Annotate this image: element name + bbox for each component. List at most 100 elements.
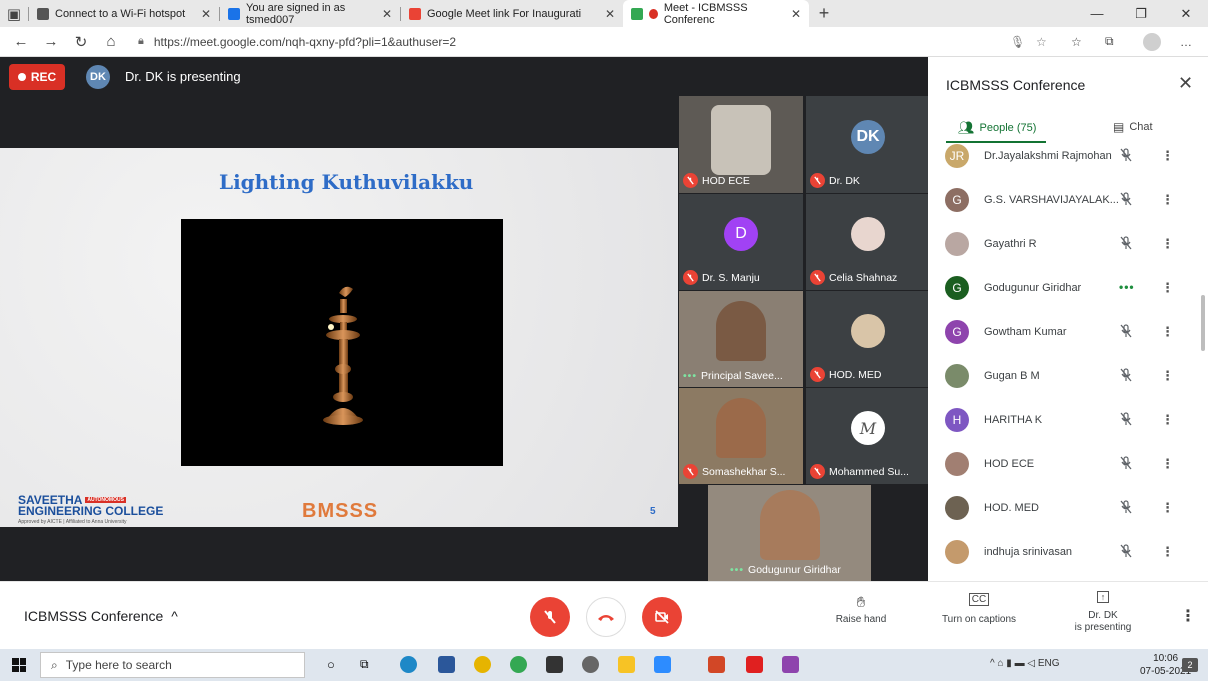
settings-icon[interactable] <box>582 656 599 673</box>
snip-icon[interactable] <box>546 656 563 673</box>
speaking-indicator-icon: ••• <box>1119 280 1135 294</box>
mic-off-icon <box>1119 236 1133 255</box>
collections-icon[interactable]: ⧉ <box>1105 34 1114 49</box>
participant-video <box>711 104 771 175</box>
browser-tab-3[interactable]: Google Meet link For Inaugurati ✕ <box>401 0 623 27</box>
read-aloud-icon[interactable]: ☆ <box>1036 35 1047 49</box>
participant-tile[interactable]: Somashekhar S... <box>679 388 803 484</box>
browser-tab-2[interactable]: You are signed in as tsmed007 ✕ <box>220 0 400 27</box>
mic-off-icon <box>1119 500 1133 519</box>
close-panel-icon[interactable]: ✕ <box>1178 73 1193 94</box>
participant-tile[interactable]: ••• Godugunur Giridhar <box>708 485 871 581</box>
browser-tab-4[interactable]: Meet - ICBMSSS Conferenc ✕ <box>623 0 809 27</box>
task-view-icon[interactable]: ⧉ <box>360 657 369 672</box>
scrollbar[interactable] <box>1201 295 1205 351</box>
participant-more-icon[interactable]: ⋮ <box>1161 280 1174 296</box>
tab-title: Connect to a Wi-Fi hotspot <box>55 7 186 20</box>
participant-more-icon[interactable]: ⋮ <box>1161 324 1174 340</box>
chrome-icon[interactable] <box>474 656 491 673</box>
participant-tile[interactable]: M Mohammed Su... <box>806 388 930 484</box>
presentation-button[interactable]: ↑ Dr. DK is presenting <box>1066 590 1140 634</box>
microphone-button[interactable] <box>530 597 570 637</box>
url-field[interactable]: https://meet.google.com/nqh-qxny-pfd?pli… <box>154 35 456 49</box>
home-icon[interactable]: ⌂ <box>96 33 126 50</box>
restore-button[interactable]: ❐ <box>1119 0 1163 27</box>
close-tab-icon[interactable]: ✕ <box>791 7 801 21</box>
participant-tile[interactable]: DK Dr. DK <box>806 96 930 193</box>
participant-more-icon[interactable]: ⋮ <box>1161 236 1174 252</box>
tab-title: You are signed in as tsmed007 <box>246 1 346 26</box>
participant-row[interactable]: HOD. MED ⋮ <box>928 486 1193 530</box>
participant-row[interactable]: G Godugunur Giridhar ••• ⋮ <box>928 266 1193 310</box>
tab-chat[interactable]: ▤ Chat <box>1113 120 1153 134</box>
close-tab-icon[interactable]: ✕ <box>382 7 392 21</box>
captions-button[interactable]: CC Turn on captions <box>935 593 1023 625</box>
participant-row[interactable]: G Gowtham Kumar ⋮ <box>928 310 1193 354</box>
participant-name: G.S. VARSHAVIJAYALAK... <box>984 194 1119 206</box>
meet-icon <box>631 7 643 20</box>
participant-more-icon[interactable]: ⋮ <box>1161 192 1174 208</box>
participant-more-icon[interactable]: ⋮ <box>1161 456 1174 472</box>
participant-more-icon[interactable]: ⋮ <box>1161 368 1174 384</box>
close-tab-icon[interactable]: ✕ <box>605 7 615 21</box>
camera-button[interactable] <box>642 597 682 637</box>
participant-row[interactable]: JR Dr.Jayalakshmi Rajmohan ⋮ <box>928 134 1193 178</box>
browser-tab-1[interactable]: Connect to a Wi-Fi hotspot ✕ <box>29 0 219 27</box>
raise-hand-button[interactable]: ✋︎ Raise hand <box>834 594 888 625</box>
media-player-icon[interactable] <box>782 656 799 673</box>
forward-icon[interactable]: → <box>36 33 66 50</box>
participant-tile[interactable]: ••• Principal Savee... <box>679 291 803 387</box>
back-icon[interactable]: ← <box>6 33 36 50</box>
windows-taskbar: ⌕ Type here to search ○ ⧉ ^ ⌂ ▮ ▬ ◁ ENG … <box>0 649 1208 681</box>
notification-badge[interactable]: 2 <box>1182 658 1198 672</box>
zoom-icon[interactable] <box>654 656 671 673</box>
edge-icon[interactable] <box>400 656 417 673</box>
windows-start-icon[interactable] <box>12 658 26 672</box>
mic-permission-icon[interactable]: 🎙︎ <box>1010 35 1025 49</box>
participant-avatar <box>851 314 885 349</box>
taskbar-search[interactable]: ⌕ Type here to search <box>40 652 305 678</box>
acrobat-icon[interactable] <box>746 656 763 673</box>
participant-row[interactable]: G G.S. VARSHAVIJAYALAK... ⋮ <box>928 178 1193 222</box>
mic-off-icon <box>1119 368 1133 387</box>
people-panel: ICBMSSS Conference ✕ 👥︎ People (75) ▤ Ch… <box>928 57 1208 581</box>
powerpoint-icon[interactable] <box>708 656 725 673</box>
mic-off-icon <box>683 464 698 479</box>
more-icon[interactable]: … <box>1180 35 1192 49</box>
word-icon[interactable] <box>438 656 455 673</box>
participant-tile[interactable]: HOD ECE <box>679 96 803 193</box>
cortana-icon[interactable]: ○ <box>327 657 335 672</box>
minimize-button[interactable]: — <box>1075 0 1119 27</box>
system-tray[interactable]: ^ ⌂ ▮ ▬ ◁ ENG <box>990 658 1060 669</box>
new-tab-button[interactable]: + <box>809 3 839 24</box>
participant-name: Gayathri R <box>984 238 1037 250</box>
participant-row[interactable]: Gayathri R ⋮ <box>928 222 1193 266</box>
participant-tile[interactable]: HOD. MED <box>806 291 930 387</box>
participant-more-icon[interactable]: ⋮ <box>1161 412 1174 428</box>
participant-row[interactable]: HOD ECE ⋮ <box>928 442 1193 486</box>
participant-row[interactable]: Gugan B M ⋮ <box>928 354 1193 398</box>
close-tab-icon[interactable]: ✕ <box>201 7 211 21</box>
kuthuvilakku-lamp-icon <box>323 286 363 425</box>
participant-more-icon[interactable]: ⋮ <box>1161 544 1174 560</box>
participant-more-icon[interactable]: ⋮ <box>1161 148 1174 164</box>
participant-avatar <box>851 217 885 252</box>
profile-avatar[interactable] <box>1143 32 1161 51</box>
close-window-button[interactable]: ✕ <box>1164 0 1208 27</box>
participant-avatar <box>945 496 969 520</box>
participant-row[interactable]: indhuja srinivasan ⋮ <box>928 530 1193 574</box>
leave-call-button[interactable] <box>586 597 626 637</box>
participant-tile[interactable]: D Dr. S. Manju <box>679 194 803 290</box>
participant-row[interactable]: H HARITHA K ⋮ <box>928 398 1193 442</box>
more-options-icon[interactable]: ⋮ <box>1180 606 1196 626</box>
participant-avatar <box>945 540 969 564</box>
refresh-icon[interactable]: ↻ <box>66 33 96 51</box>
favorites-icon[interactable]: ☆ <box>1071 35 1082 49</box>
tab-actions-icon[interactable]: ▣ <box>0 5 28 23</box>
meeting-details-button[interactable]: ICBMSSS Conference ^ <box>24 608 178 624</box>
chrome-profile-icon[interactable] <box>510 656 527 673</box>
college-logo: SAVEETHA AUTONOMOUS ENGINEERING COLLEGE … <box>18 493 164 526</box>
participant-tile[interactable]: Celia Shahnaz <box>806 194 930 290</box>
sticky-notes-icon[interactable] <box>618 656 635 673</box>
participant-more-icon[interactable]: ⋮ <box>1161 500 1174 516</box>
